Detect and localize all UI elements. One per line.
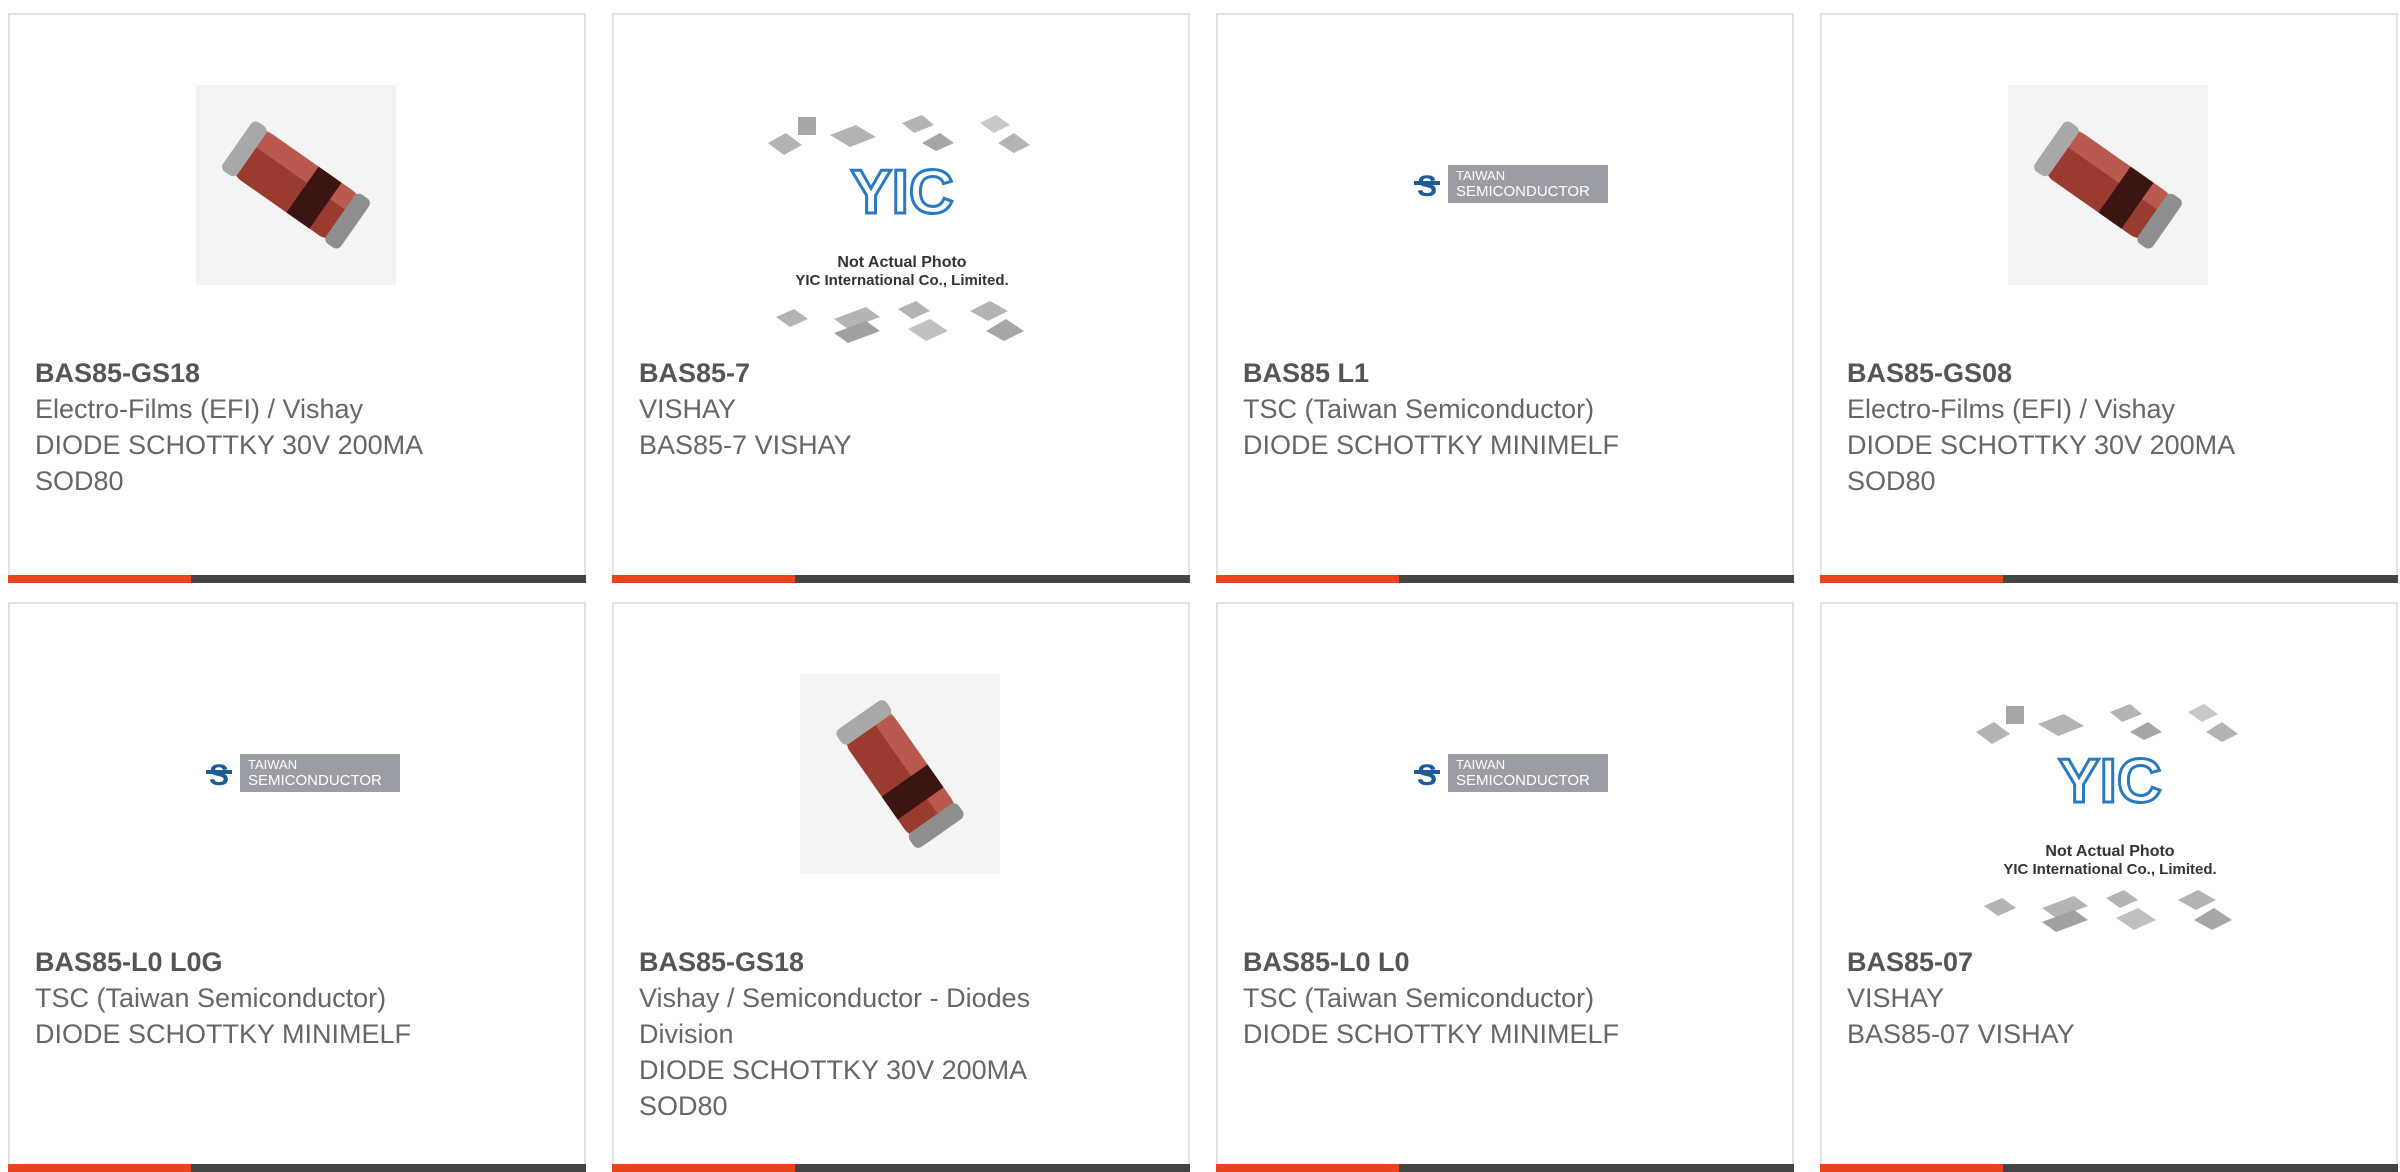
description: BAS85-7 VISHAY [639, 430, 852, 460]
manufacturer: Electro-Films (EFI) / Vishay [35, 394, 364, 424]
description: DIODE SCHOTTKY MINIMELF [1243, 430, 1620, 460]
product-card[interactable]: S TAIWAN SEMICONDUCTOR BAS85 L1 TSC (Tai… [1216, 13, 1794, 583]
part-number[interactable]: BAS85-7 [639, 355, 1163, 391]
product-image[interactable]: S TAIWAN SEMICONDUCTOR [10, 604, 584, 934]
description: DIODE SCHOTTKY 30V 200MA SOD80 [35, 430, 424, 496]
product-card[interactable]: S TAIWAN SEMICONDUCTOR BAS85-L0 L0G TSC … [8, 602, 586, 1172]
product-card[interactable]: S TAIWAN SEMICONDUCTOR BAS85-L0 L0 TSC (… [1216, 602, 1794, 1172]
description: BAS85-07 VISHAY [1847, 1019, 2075, 1049]
description: DIODE SCHOTTKY 30V 200MA SOD80 [1847, 430, 2236, 496]
svg-text:S: S [1417, 759, 1437, 792]
taiwan-semiconductor-logo: S TAIWAN SEMICONDUCTOR [202, 752, 402, 794]
svg-text:SEMICONDUCTOR: SEMICONDUCTOR [1456, 183, 1590, 200]
product-info: BAS85 L1 TSC (Taiwan Semiconductor) DIOD… [1243, 355, 1767, 463]
diode-image [800, 674, 1000, 874]
svg-text:TAIWAN: TAIWAN [1456, 168, 1505, 183]
product-info: BAS85-GS08 Electro-Films (EFI) / Vishay … [1847, 355, 2371, 499]
product-card[interactable]: BAS85-GS18 Vishay / Semiconductor - Diod… [612, 602, 1190, 1172]
card-footer-bar [1820, 1164, 2398, 1172]
manufacturer: Electro-Films (EFI) / Vishay [1847, 394, 2176, 424]
card-footer-bar [1216, 1164, 1794, 1172]
product-info: BAS85-07 VISHAY BAS85-07 VISHAY [1847, 944, 2371, 1052]
product-image[interactable] [1822, 15, 2396, 345]
svg-text:TAIWAN: TAIWAN [248, 757, 297, 772]
manufacturer: TSC (Taiwan Semiconductor) [1243, 394, 1595, 424]
svg-text:S: S [209, 759, 229, 792]
yic-placeholder-image: YIC Not Actual Photo YIC International C… [762, 105, 1042, 355]
manufacturer: TSC (Taiwan Semiconductor) [35, 983, 387, 1013]
product-info: BAS85-7 VISHAY BAS85-7 VISHAY [639, 355, 1163, 463]
svg-text:YIC International Co., Limited: YIC International Co., Limited. [2003, 861, 2216, 878]
part-number[interactable]: BAS85-L0 L0 [1243, 944, 1767, 980]
manufacturer: TSC (Taiwan Semiconductor) [1243, 983, 1595, 1013]
card-footer-bar [612, 575, 1190, 583]
svg-text:YIC International Co., Limited: YIC International Co., Limited. [795, 272, 1008, 289]
svg-text:YIC: YIC [2058, 747, 2161, 816]
part-number[interactable]: BAS85 L1 [1243, 355, 1767, 391]
part-number[interactable]: BAS85-GS08 [1847, 355, 2371, 391]
svg-text:TAIWAN: TAIWAN [1456, 757, 1505, 772]
product-card[interactable]: YIC Not Actual Photo YIC International C… [1820, 602, 2398, 1172]
taiwan-semiconductor-logo: S TAIWAN SEMICONDUCTOR [1410, 163, 1610, 205]
diode-image [196, 85, 396, 285]
description: DIODE SCHOTTKY 30V 200MA SOD80 [639, 1055, 1028, 1121]
product-info: BAS85-GS18 Vishay / Semiconductor - Diod… [639, 944, 1163, 1124]
card-footer-bar [8, 1164, 586, 1172]
card-footer-bar [612, 1164, 1190, 1172]
taiwan-semiconductor-logo: S TAIWAN SEMICONDUCTOR [1410, 752, 1610, 794]
card-footer-bar [1820, 575, 2398, 583]
product-info: BAS85-L0 L0 TSC (Taiwan Semiconductor) D… [1243, 944, 1767, 1052]
part-number[interactable]: BAS85-GS18 [35, 355, 559, 391]
product-image[interactable]: YIC Not Actual Photo YIC International C… [1822, 604, 2396, 934]
product-image[interactable]: S TAIWAN SEMICONDUCTOR [1218, 604, 1792, 934]
product-card[interactable]: YIC Not Actual Photo YIC International C… [612, 13, 1190, 583]
svg-text:SEMICONDUCTOR: SEMICONDUCTOR [248, 772, 382, 789]
product-card[interactable]: BAS85-GS18 Electro-Films (EFI) / Vishay … [8, 13, 586, 583]
manufacturer: Vishay / Semiconductor - Diodes Division [639, 983, 1031, 1049]
yic-placeholder-image: YIC Not Actual Photo YIC International C… [1970, 694, 2250, 944]
svg-text:Not Actual Photo: Not Actual Photo [837, 254, 966, 271]
description: DIODE SCHOTTKY MINIMELF [1243, 1019, 1620, 1049]
product-image[interactable]: YIC Not Actual Photo YIC International C… [614, 15, 1188, 345]
card-footer-bar [8, 575, 586, 583]
diode-image [2008, 85, 2208, 285]
description: DIODE SCHOTTKY MINIMELF [35, 1019, 412, 1049]
product-image[interactable]: S TAIWAN SEMICONDUCTOR [1218, 15, 1792, 345]
svg-text:SEMICONDUCTOR: SEMICONDUCTOR [1456, 772, 1590, 789]
part-number[interactable]: BAS85-07 [1847, 944, 2371, 980]
svg-text:YIC: YIC [850, 158, 953, 227]
product-image[interactable] [614, 604, 1188, 934]
product-grid: BAS85-GS18 Electro-Films (EFI) / Vishay … [0, 0, 2400, 1172]
svg-text:Not Actual Photo: Not Actual Photo [2045, 843, 2174, 860]
manufacturer: VISHAY [639, 394, 737, 424]
svg-text:S: S [1417, 170, 1437, 203]
product-info: BAS85-GS18 Electro-Films (EFI) / Vishay … [35, 355, 559, 499]
product-info: BAS85-L0 L0G TSC (Taiwan Semiconductor) … [35, 944, 559, 1052]
product-card[interactable]: BAS85-GS08 Electro-Films (EFI) / Vishay … [1820, 13, 2398, 583]
product-image[interactable] [10, 15, 584, 345]
card-footer-bar [1216, 575, 1794, 583]
manufacturer: VISHAY [1847, 983, 1945, 1013]
part-number[interactable]: BAS85-L0 L0G [35, 944, 559, 980]
part-number[interactable]: BAS85-GS18 [639, 944, 1163, 980]
